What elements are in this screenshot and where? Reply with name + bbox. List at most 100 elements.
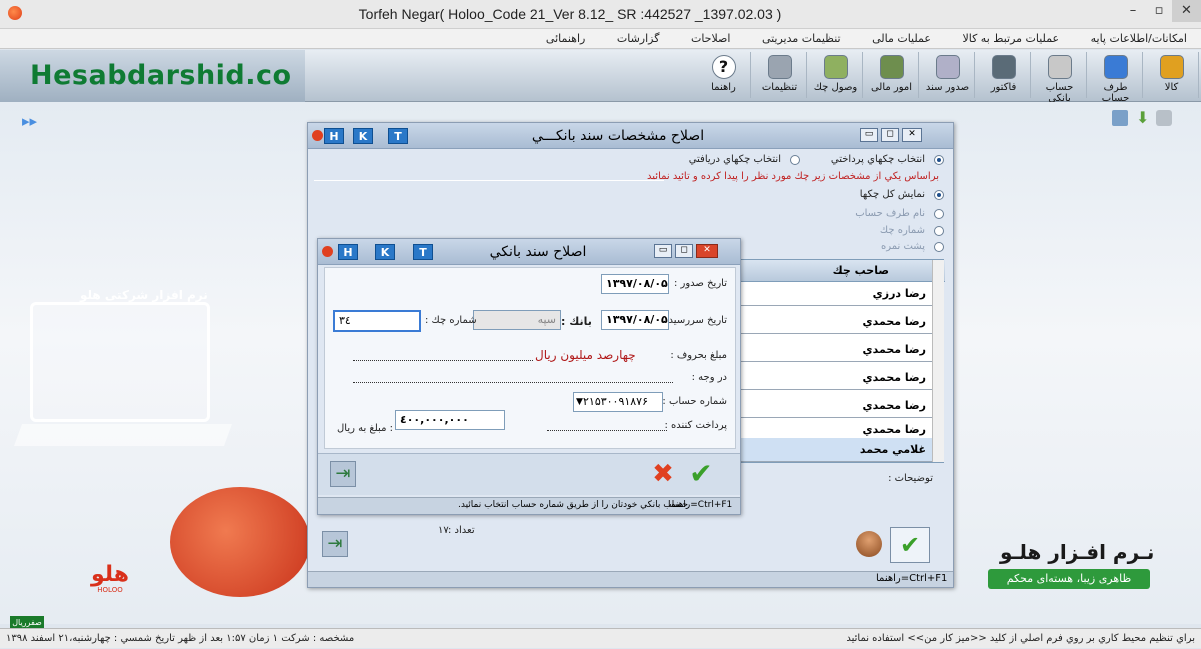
check-number-label: شماره چك : xyxy=(425,315,477,326)
issue-date-field[interactable]: ۱۳۹۷/۰۸/۰۵ xyxy=(601,274,669,294)
notes-label: توضيحات : xyxy=(888,473,933,484)
app-logo-icon xyxy=(8,6,22,20)
window-title: Torfeh Negar( Holoo_Code 21_Ver 8.12_ SR… xyxy=(358,6,782,22)
cancel-button[interactable]: ✖ xyxy=(648,459,678,489)
person-icon xyxy=(1103,55,1128,79)
maximize-button[interactable]: ◻ xyxy=(675,244,693,258)
minimize-button[interactable]: ▭ xyxy=(860,128,878,142)
radio-payable[interactable] xyxy=(934,155,944,165)
radio-receivable[interactable] xyxy=(790,155,800,165)
minimize-button[interactable]: ▭ xyxy=(654,244,672,258)
close-button[interactable]: ✕ xyxy=(696,244,718,258)
h-button[interactable]: H xyxy=(324,128,344,144)
restore-button[interactable]: ▫ xyxy=(1146,0,1172,22)
tools-icon xyxy=(767,55,792,79)
table-row[interactable]: رضا محمدي xyxy=(739,338,932,362)
box-icon xyxy=(1159,55,1184,79)
grid-header: صاحب چك xyxy=(739,260,945,282)
table-row[interactable]: رضا محمدي xyxy=(739,366,932,390)
amount-words-label: مبلغ بحروف : xyxy=(670,350,727,361)
table-row[interactable]: رضا محمدي xyxy=(739,394,932,418)
holoo-logo-fa: هلو xyxy=(90,562,130,587)
title-bar: Torfeh Negar( Holoo_Code 21_Ver 8.12_ SR… xyxy=(0,0,1201,29)
watermark-text: نرم افزار شرکتی هلو xyxy=(80,288,208,302)
close-button[interactable]: ✕ xyxy=(902,128,922,142)
app-logo-icon xyxy=(312,130,323,141)
radio-party-name-label: نام طرف حساب xyxy=(855,208,925,219)
checks-grid: صاحب چك رضا درزي رضا محمدي رضا محمدي رضا… xyxy=(738,259,945,463)
toolbar-button-3[interactable]: فاکتور xyxy=(977,52,1031,98)
radio-all-checks[interactable] xyxy=(934,190,944,200)
ok-button[interactable]: ✔ xyxy=(684,457,718,491)
edit-bank-check-dialog: H K T اصلاح سند بانکي ▭ ◻ ✕ تاريخ صدور :… xyxy=(317,238,741,515)
radio-check-number[interactable] xyxy=(934,226,944,236)
close-button[interactable]: ✕ xyxy=(1172,0,1201,22)
fruit-illustration xyxy=(170,487,310,597)
holoo-logo-en: HOLOO xyxy=(97,586,123,594)
menu-basic[interactable]: امکانات/اطلاعات پایه xyxy=(1077,29,1201,49)
k-button[interactable]: K xyxy=(375,244,395,260)
help-shortcut: راهنما=Ctrl+F1 xyxy=(668,500,733,510)
k-button[interactable]: K xyxy=(353,128,373,144)
chevron-down-icon[interactable]: ▼ xyxy=(576,393,583,411)
t-button[interactable]: T xyxy=(413,244,433,260)
account-select[interactable]: ۲۱۵۳۰۰۹۱۸۷۶ ▼ xyxy=(573,392,663,412)
desk-down-icon[interactable]: ⬇ xyxy=(1136,108,1149,127)
toolbar-button-4[interactable]: صدور سند xyxy=(921,52,975,98)
help-icon: ? xyxy=(711,55,736,79)
toolbar-label: طرف حساب xyxy=(1101,82,1130,104)
toolbar: Hesabdarshid.co کالا طرف حساب حساب بانکی فا… xyxy=(0,50,1201,104)
form-area: تاريخ صدور : ۱۳۹۷/۰۸/۰۵ تاريخ سررسيد : ۱… xyxy=(324,267,736,449)
desk-box-icon[interactable] xyxy=(1156,110,1172,126)
check-number-field[interactable]: ۳٤ xyxy=(333,310,421,332)
laptop-illustration xyxy=(30,302,210,422)
toolbar-button-0[interactable]: کالا xyxy=(1145,52,1199,98)
ok-button[interactable]: ✔ xyxy=(890,527,930,563)
menu-help[interactable]: راهنمائی xyxy=(532,29,599,49)
exit-button[interactable]: ⇥ xyxy=(330,461,356,487)
toolbar-label: تنظيمات xyxy=(761,82,798,93)
toolbar-button-7[interactable]: تنظيمات xyxy=(753,52,807,98)
scrollbar[interactable] xyxy=(932,260,944,462)
toolbar-button-5[interactable]: امور مالی xyxy=(865,52,919,98)
calculator-icon xyxy=(991,55,1016,79)
menu-edits[interactable]: اصلاحات xyxy=(677,29,744,49)
amount-field[interactable]: ٤۰۰,۰۰۰,۰۰۰ xyxy=(395,410,505,430)
h-button[interactable]: H xyxy=(338,244,358,260)
toolbar-button-1[interactable]: طرف حساب xyxy=(1089,52,1143,104)
bank-field[interactable]: سپه xyxy=(473,310,561,330)
radio-back-number[interactable] xyxy=(934,242,944,252)
desk-tool-icon[interactable] xyxy=(1112,110,1128,126)
col-owner[interactable]: صاحب چك xyxy=(833,264,889,277)
table-row[interactable]: غلامي محمد xyxy=(739,438,932,462)
menu-reports[interactable]: گزارشات xyxy=(603,29,674,49)
expand-arrows-icon[interactable]: ▸▸ xyxy=(22,112,37,130)
menu-management[interactable]: تنظیمات مدیریتی xyxy=(748,29,855,49)
toolbar-label: امور مالی xyxy=(870,82,913,93)
amount-words-dots xyxy=(353,360,533,361)
due-date-field[interactable]: ۱۳۹۷/۰۸/۰۵ xyxy=(601,310,669,330)
radio-party-name[interactable] xyxy=(934,209,944,219)
payer-label: پرداخت کننده : xyxy=(664,420,727,431)
status-bar: مشخصه : شرکت ۱ زمان ۱:۵۷ بعد از ظهر تاري… xyxy=(0,628,1201,648)
holoo-logo: هلو HOLOO xyxy=(70,562,150,595)
help-strip: راهنما=Ctrl+F1 xyxy=(308,571,953,587)
user-icon[interactable] xyxy=(856,531,882,557)
t-button[interactable]: T xyxy=(388,128,408,144)
toolbar-button-2[interactable]: حساب بانکی xyxy=(1033,52,1087,104)
table-row[interactable]: رضا درزي xyxy=(739,282,932,306)
exit-button[interactable]: ⇥ xyxy=(322,531,348,557)
radio-check-number-label: شماره چك xyxy=(879,225,925,236)
minimize-button[interactable]: – xyxy=(1120,0,1146,22)
card-icon xyxy=(1047,55,1072,79)
menu-goods[interactable]: عملیات مرتبط به کالا xyxy=(948,29,1073,49)
toolbar-button-6[interactable]: وصول چك xyxy=(809,52,863,98)
menu-finance[interactable]: عملیات مالی xyxy=(858,29,945,49)
maximize-button[interactable]: ◻ xyxy=(881,128,899,142)
radio-all-checks-label: نمايش کل چکها xyxy=(859,189,925,200)
dialog-title: اصلاح مشخصات سند بانکـــي xyxy=(531,128,705,144)
toolbar-button-8[interactable]: ? راهنما xyxy=(697,52,751,98)
help-text: حساب بانکي خودتان را از طريق شماره حساب … xyxy=(458,500,689,510)
toolbar-label: حساب بانکی xyxy=(1045,82,1074,104)
table-row[interactable]: رضا محمدي xyxy=(739,310,932,334)
